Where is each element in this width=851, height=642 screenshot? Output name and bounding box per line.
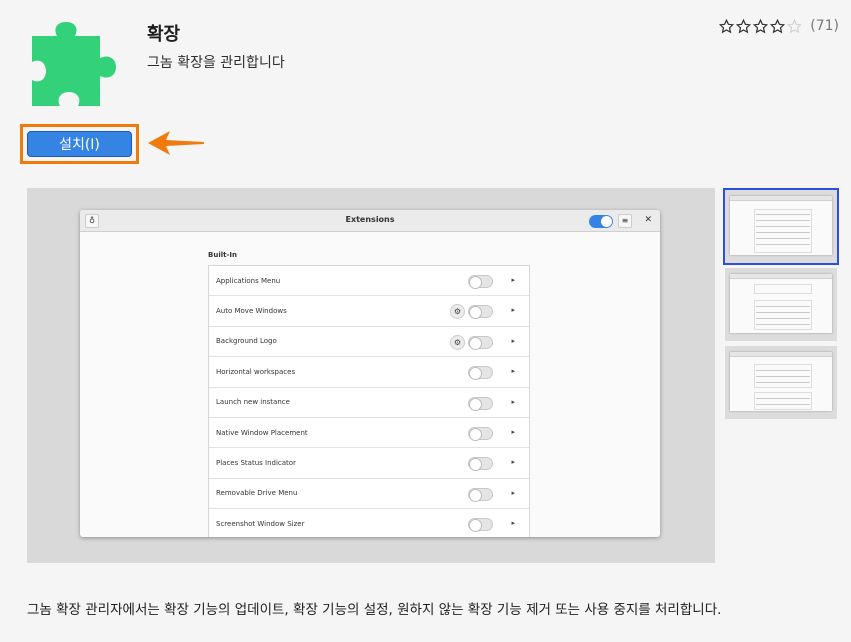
- extension-label: Removable Drive Menu: [216, 489, 298, 498]
- extension-row: Applications Menu ▸: [209, 266, 529, 297]
- chevron-right-icon: ▸: [511, 458, 515, 467]
- install-button[interactable]: 설치(I): [27, 131, 132, 157]
- gear-icon: ⚙: [450, 304, 465, 320]
- extension-row: Native Window Placement ▸: [209, 418, 529, 449]
- screenshot-thumbnail-3[interactable]: [725, 346, 837, 419]
- star-empty-icon: [787, 18, 803, 33]
- window-header: ♁ Extensions ≡ ✕: [80, 210, 660, 232]
- star-filled-icon: [770, 18, 786, 33]
- extension-label: Auto Move Windows: [216, 307, 287, 316]
- toggle: [468, 275, 493, 289]
- extension-row: Auto Move Windows ⚙ ▸: [209, 296, 529, 327]
- extension-label: Places Status Indicator: [216, 459, 296, 468]
- extension-label: Horizontal workspaces: [216, 367, 296, 376]
- extension-row: Removable Drive Menu ▸: [209, 479, 529, 510]
- star-filled-icon: [736, 18, 752, 33]
- chevron-right-icon: ▸: [511, 519, 515, 528]
- extension-label: Native Window Placement: [216, 428, 308, 437]
- chevron-right-icon: ▸: [511, 306, 515, 315]
- app-title: 확장: [147, 24, 181, 45]
- screenshot-window: ♁ Extensions ≡ ✕ Built-In Applications M…: [80, 210, 660, 537]
- gear-icon: ⚙: [450, 334, 465, 350]
- extension-label: Applications Menu: [216, 276, 281, 285]
- extension-row: Screenshot Window Sizer ▸: [209, 509, 529, 537]
- toggle: [468, 396, 493, 411]
- app-puzzle-icon: [32, 22, 116, 106]
- extension-list: Applications Menu ▸ Auto Move Windows ⚙ ▸ B…: [208, 265, 530, 537]
- chevron-right-icon: ▸: [511, 367, 515, 376]
- chevron-right-icon: ▸: [511, 397, 515, 406]
- section-label: Built-In: [208, 251, 237, 259]
- extension-row: Horizontal workspaces ▸: [209, 357, 529, 388]
- screenshot-thumbnail-2[interactable]: [725, 268, 837, 341]
- chevron-right-icon: ▸: [511, 336, 515, 345]
- chevron-right-icon: ▸: [511, 488, 515, 497]
- toggle: [468, 305, 493, 320]
- close-icon: ✕: [644, 215, 652, 225]
- screenshot-main[interactable]: ♁ Extensions ≡ ✕ Built-In Applications M…: [27, 188, 715, 563]
- star-filled-icon: [753, 18, 769, 33]
- arrow-left-icon: [148, 131, 204, 155]
- chevron-right-icon: ▸: [511, 427, 515, 436]
- toggle: [468, 487, 493, 502]
- rating: (71): [719, 18, 839, 34]
- rating-count: (71): [810, 18, 839, 34]
- chevron-right-icon: ▸: [511, 276, 515, 284]
- star-filled-icon: [719, 18, 735, 33]
- app-description: 그놈 확장 관리자에서는 확장 기능의 업데이트, 확장 기능의 설정, 원하지…: [27, 602, 722, 618]
- app-summary: 그놈 확장을 관리합니다: [147, 55, 285, 71]
- master-toggle: [589, 215, 613, 228]
- toggle: [468, 457, 493, 472]
- toggle: [468, 518, 493, 533]
- toggle: [468, 426, 493, 441]
- toggle: [468, 366, 493, 381]
- menu-icon: ≡: [618, 214, 632, 228]
- install-highlight: 설치(I): [20, 124, 139, 164]
- extension-row: Background Logo ⚙ ▸: [209, 327, 529, 358]
- extension-label: Screenshot Window Sizer: [216, 520, 305, 529]
- extension-row: Launch new instance ▸: [209, 388, 529, 418]
- screenshot-thumbnail-1[interactable]: [723, 188, 839, 265]
- extension-row: Places Status Indicator ▸: [209, 448, 529, 479]
- toggle: [468, 335, 493, 350]
- extension-label: Launch new instance: [216, 398, 290, 407]
- window-title: Extensions: [345, 215, 395, 224]
- extension-label: Background Logo: [216, 337, 277, 346]
